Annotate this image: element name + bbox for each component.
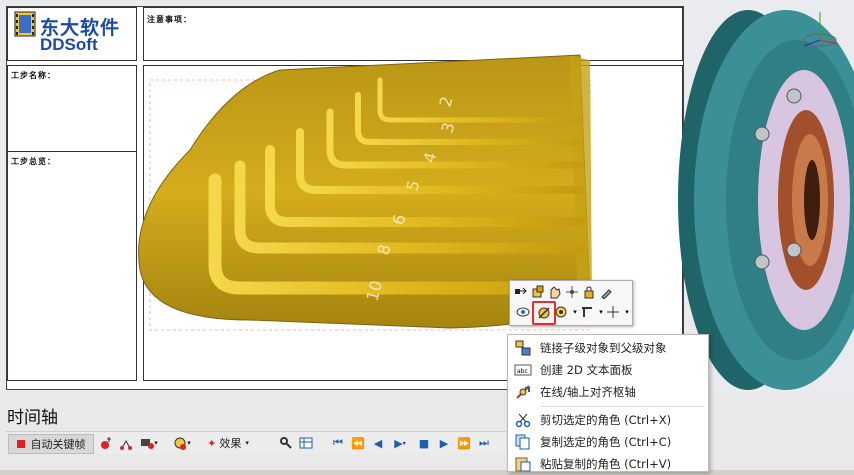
align-icon[interactable] bbox=[580, 305, 594, 319]
menu-item-align-pivot[interactable]: 在线/轴上对齐枢轴 bbox=[508, 381, 708, 403]
key-filter-icon[interactable] bbox=[278, 434, 294, 452]
floating-mini-toolbar: ▾ ▾ ▾ bbox=[509, 280, 633, 326]
menu-item-link-child-to-parent[interactable]: 链接子级对象到父级对象 bbox=[508, 337, 708, 359]
3d-viewport[interactable]: 东大软件 DDSoft 注意事项： 工步名称： 工步总览： 2 3 4 5 6 … bbox=[0, 0, 854, 394]
menu-item-copy[interactable]: 复制选定的角色 (Ctrl+C) bbox=[508, 431, 708, 453]
step-name-box: 工步名称： bbox=[7, 65, 137, 153]
highlighted-visibility-button[interactable] bbox=[532, 301, 556, 325]
lock-icon[interactable] bbox=[582, 285, 596, 299]
scissors-icon bbox=[514, 412, 532, 428]
film-logo-icon bbox=[14, 11, 36, 37]
axis-icon[interactable] bbox=[118, 434, 134, 452]
stop-icon[interactable]: ■ bbox=[416, 434, 432, 452]
logo-english-text: DDSoft bbox=[40, 35, 98, 54]
step-forward-icon[interactable]: ▶ bbox=[436, 434, 452, 452]
align-pivot-icon bbox=[514, 384, 532, 400]
go-to-start-icon[interactable]: ⏮ bbox=[330, 434, 346, 452]
svg-text:abc: abc bbox=[517, 368, 528, 375]
auto-keyframe-button[interactable]: 自动关键帧 bbox=[8, 434, 94, 454]
dropdown-arrow-icon[interactable]: ▾ bbox=[620, 305, 634, 319]
record-icon bbox=[16, 440, 25, 448]
auto-keyframe-label: 自动关键帧 bbox=[30, 438, 86, 451]
menu-item-paste[interactable]: 粘贴复制的角色 (Ctrl+V) bbox=[508, 453, 708, 475]
effects-button[interactable]: ✦ 效果 ▾ bbox=[202, 434, 254, 452]
logo-box: 东大软件 DDSoft bbox=[7, 7, 137, 61]
target-icon[interactable] bbox=[554, 305, 568, 319]
timeline-title: 时间轴 bbox=[7, 408, 58, 427]
pivot-icon[interactable] bbox=[565, 285, 579, 299]
previous-key-icon[interactable]: ⏪ bbox=[350, 434, 366, 452]
move-icon[interactable] bbox=[606, 305, 620, 319]
menu-item-label: 在线/轴上对齐枢轴 bbox=[540, 385, 636, 399]
notes-label: 注意事项： bbox=[147, 15, 192, 24]
timeline-toolbar: 自动关键帧 ▾ ▾ ✦ 效果 ▾ ⏮ ⏪ ◀ ▶ ▾ ■ ▶ ⏩ ⏭ bbox=[6, 431, 506, 454]
menu-item-label: 链接子级对象到父级对象 bbox=[540, 341, 667, 355]
table-icon[interactable] bbox=[298, 434, 314, 452]
context-menu: 链接子级对象到父级对象 abc 创建 2D 文本面板 在线/轴上对齐枢轴 剪切选… bbox=[507, 334, 709, 472]
go-to-end-icon[interactable]: ⏭ bbox=[476, 434, 492, 452]
menu-item-cut[interactable]: 剪切选定的角色 (Ctrl+X) bbox=[508, 409, 708, 431]
menu-separator bbox=[540, 406, 704, 407]
link-icon bbox=[514, 340, 532, 356]
chevron-down-icon: ▾ bbox=[245, 439, 249, 447]
effects-icon: ✦ bbox=[207, 436, 217, 450]
step-name-label: 工步名称： bbox=[11, 71, 56, 80]
group-icon[interactable] bbox=[531, 285, 545, 299]
color-key-icon[interactable]: ▾ bbox=[170, 434, 194, 452]
eye-icon[interactable] bbox=[516, 305, 530, 319]
effects-label: 效果 bbox=[219, 437, 242, 450]
menu-item-label: 复制选定的角色 (Ctrl+C) bbox=[540, 435, 672, 449]
menu-item-create-2d-text-panel[interactable]: abc 创建 2D 文本面板 bbox=[508, 359, 708, 381]
text-panel-icon: abc bbox=[514, 362, 532, 378]
copy-icon bbox=[514, 434, 532, 450]
next-key-icon[interactable]: ⏩ bbox=[456, 434, 472, 452]
hand-icon[interactable] bbox=[548, 285, 562, 299]
step-back-icon[interactable]: ◀ bbox=[370, 434, 386, 452]
link-arrow-icon[interactable] bbox=[514, 285, 528, 299]
eyedropper-icon[interactable] bbox=[599, 285, 613, 299]
camera-key-icon[interactable]: ▾ bbox=[138, 434, 160, 452]
menu-item-label: 创建 2D 文本面板 bbox=[540, 363, 633, 377]
menu-item-label: 剪切选定的角色 (Ctrl+X) bbox=[540, 413, 672, 427]
play-icon[interactable]: ▶ ▾ bbox=[390, 434, 410, 452]
add-key-icon[interactable] bbox=[98, 434, 114, 452]
step-overview-label: 工步总览： bbox=[11, 157, 56, 166]
step-overview-box: 工步总览： bbox=[7, 151, 137, 381]
